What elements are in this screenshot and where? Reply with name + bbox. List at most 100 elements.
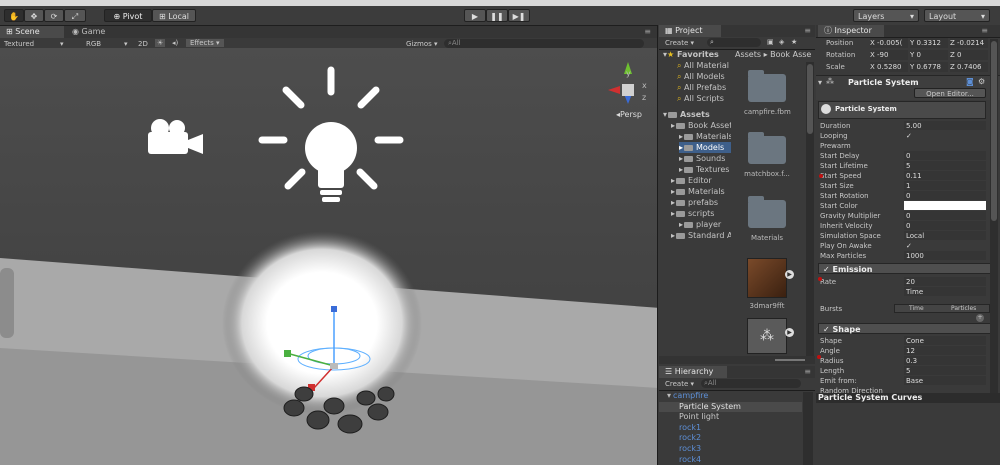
panel-menu-icon[interactable]: ≡ bbox=[644, 27, 651, 36]
project-search-input[interactable]: ⌕ bbox=[707, 38, 761, 47]
property-value-field[interactable]: 1 bbox=[904, 181, 986, 190]
scrollbar-thumb[interactable] bbox=[991, 41, 997, 221]
favorite-item[interactable]: ⌕ All Prefabs bbox=[677, 82, 726, 93]
panel-menu-icon[interactable]: ≡ bbox=[804, 367, 811, 376]
hierarchy-item[interactable]: rock4 bbox=[659, 455, 802, 465]
tree-item[interactable]: ▸ Textures bbox=[679, 164, 731, 175]
asset-item[interactable]: ⁂ bbox=[744, 318, 790, 354]
collapse-icon[interactable]: ▾ bbox=[818, 78, 822, 87]
property-value-field[interactable]: Time bbox=[904, 287, 986, 296]
hierarchy-item[interactable]: rock3 bbox=[659, 444, 802, 454]
transform-value-field[interactable]: X 0.5280 bbox=[870, 62, 908, 72]
layers-dropdown[interactable]: Layers ▾ bbox=[853, 9, 919, 22]
property-value-field[interactable] bbox=[904, 201, 986, 210]
tree-item[interactable]: ▾ Assets bbox=[663, 109, 731, 120]
breadcrumb-book-assets[interactable]: Book Asse bbox=[770, 50, 811, 59]
scene-viewport[interactable]: x y z ◂Persp bbox=[0, 48, 657, 465]
filter-type-icon[interactable]: ▣ bbox=[767, 38, 774, 46]
scene-search-input[interactable]: ⌕All bbox=[444, 39, 644, 48]
transform-value-field[interactable]: X -0.005( bbox=[870, 38, 908, 48]
scale-tool-button[interactable]: ⤢ bbox=[64, 9, 86, 22]
scrollbar-thumb[interactable] bbox=[807, 64, 813, 134]
shading-mode-dropdown[interactable]: Textured bbox=[4, 40, 34, 48]
transform-value-field[interactable]: X -90 bbox=[870, 50, 908, 60]
tree-item[interactable]: ▸ Standard A bbox=[671, 230, 731, 241]
light-toggle-icon[interactable]: ☀ bbox=[155, 39, 166, 47]
favorite-item[interactable]: ⌕ All Material bbox=[677, 60, 729, 71]
favorite-item[interactable]: ⌕ All Models bbox=[677, 71, 725, 82]
tree-item[interactable]: ▸ Materials bbox=[679, 131, 731, 142]
property-value-field[interactable]: 5.00 bbox=[904, 121, 986, 130]
transform-value-field[interactable]: Z 0 bbox=[950, 50, 988, 60]
favorite-star-icon[interactable]: ★ bbox=[791, 38, 797, 46]
hierarchy-item[interactable]: Particle System bbox=[659, 401, 802, 412]
tree-item[interactable]: ▸ Models bbox=[679, 142, 731, 153]
transform-value-field[interactable]: Y 0 bbox=[910, 50, 948, 60]
pause-button[interactable]: ❚❚ bbox=[486, 9, 508, 22]
pivot-toggle[interactable]: ⊕ Pivot bbox=[104, 9, 152, 22]
local-toggle[interactable]: ⊞ Local bbox=[152, 9, 196, 22]
inspector-scrollbar[interactable] bbox=[990, 39, 998, 393]
play-preview-icon[interactable]: ▶ bbox=[785, 270, 794, 279]
project-create-dropdown[interactable]: Create ▾ bbox=[665, 39, 694, 47]
ps-module-header[interactable]: Particle System bbox=[818, 101, 986, 119]
property-value-field[interactable]: ✓ bbox=[904, 241, 986, 250]
property-value-field[interactable]: 0 bbox=[904, 151, 986, 160]
tree-item[interactable]: ▸ Materials bbox=[671, 186, 731, 197]
property-value-field[interactable]: ✓ bbox=[904, 131, 986, 140]
hierarchy-scrollbar[interactable] bbox=[803, 392, 813, 465]
hierarchy-item[interactable]: Point light bbox=[659, 412, 802, 422]
render-mode-dropdown[interactable]: RGB bbox=[86, 40, 101, 48]
transform-value-field[interactable]: Z -0.0214 bbox=[950, 38, 988, 48]
add-burst-icon[interactable]: + bbox=[976, 314, 984, 322]
panel-menu-icon[interactable]: ≡ bbox=[804, 26, 811, 35]
tree-item[interactable]: ▸ Sounds bbox=[679, 153, 731, 164]
hierarchy-search-input[interactable]: ⌕All bbox=[701, 379, 801, 388]
property-value-field[interactable]: 5 bbox=[904, 366, 986, 375]
project-scrollbar[interactable] bbox=[806, 62, 814, 358]
property-value-field[interactable]: 20 bbox=[904, 277, 986, 286]
asset-item[interactable]: 3dmar9fft bbox=[744, 258, 790, 310]
transform-value-field[interactable]: Y 0.3312 bbox=[910, 38, 948, 48]
property-value-field[interactable]: 12 bbox=[904, 346, 986, 355]
tab-game[interactable]: ◉ Game bbox=[66, 26, 128, 38]
open-editor-button[interactable]: Open Editor... bbox=[914, 88, 986, 98]
particle-curves-header[interactable]: Particle System Curves bbox=[816, 393, 1000, 403]
play-preview-icon[interactable]: ▶ bbox=[785, 328, 794, 337]
transform-value-field[interactable]: Z 0.7406 bbox=[950, 62, 988, 72]
filter-label-icon[interactable]: ◈ bbox=[779, 38, 784, 46]
tab-scene[interactable]: ⊞ Scene bbox=[0, 26, 64, 38]
property-value-field[interactable]: Cone bbox=[904, 336, 986, 345]
shape-module-header[interactable]: ✓ Shape bbox=[818, 323, 998, 334]
hierarchy-item[interactable]: rock1 bbox=[659, 423, 802, 433]
tree-item[interactable]: ▸ Editor bbox=[671, 175, 731, 186]
favorites-header[interactable]: ▾★ Favorites bbox=[663, 49, 719, 60]
persp-label[interactable]: ◂Persp bbox=[616, 110, 642, 119]
tab-inspector[interactable]: ⓘ Inspector bbox=[818, 25, 884, 37]
rotate-tool-button[interactable]: ⟳ bbox=[44, 9, 64, 22]
property-value-field[interactable]: 1000 bbox=[904, 251, 986, 260]
tree-item[interactable]: ▸ player bbox=[679, 219, 731, 230]
tree-item[interactable]: ▸ prefabs bbox=[671, 197, 731, 208]
tree-item[interactable]: ▸ scripts bbox=[671, 208, 731, 219]
asset-item[interactable]: campfire.fbm bbox=[744, 70, 791, 116]
gear-icon[interactable]: ⚙ bbox=[978, 77, 985, 86]
hierarchy-item[interactable]: ▾ campfire bbox=[659, 391, 802, 401]
property-value-field[interactable]: 0 bbox=[904, 211, 986, 220]
hierarchy-item[interactable]: rock2 bbox=[659, 433, 802, 443]
asset-item[interactable]: matchbox.f... bbox=[744, 132, 790, 178]
property-value-field[interactable]: Local bbox=[904, 231, 986, 240]
2d-toggle[interactable]: 2D bbox=[138, 40, 148, 48]
step-button[interactable]: ▶❚ bbox=[508, 9, 530, 22]
breadcrumb-assets[interactable]: Assets bbox=[731, 50, 761, 59]
hand-tool-button[interactable]: ✋ bbox=[4, 9, 24, 22]
panel-menu-icon[interactable]: ≡ bbox=[981, 26, 988, 35]
emission-module-header[interactable]: ✓ Emission bbox=[818, 263, 998, 274]
gizmos-dropdown[interactable]: Gizmos ▾ bbox=[406, 40, 438, 48]
property-value-field[interactable]: 0.3 bbox=[904, 356, 986, 365]
favorite-item[interactable]: ⌕ All Scripts bbox=[677, 93, 724, 104]
property-value-field[interactable]: 5 bbox=[904, 161, 986, 170]
tab-project[interactable]: ▦ Project bbox=[659, 25, 721, 37]
tree-item[interactable]: ▸ Book Asset bbox=[671, 120, 731, 131]
transform-value-field[interactable]: Y 0.6778 bbox=[910, 62, 948, 72]
